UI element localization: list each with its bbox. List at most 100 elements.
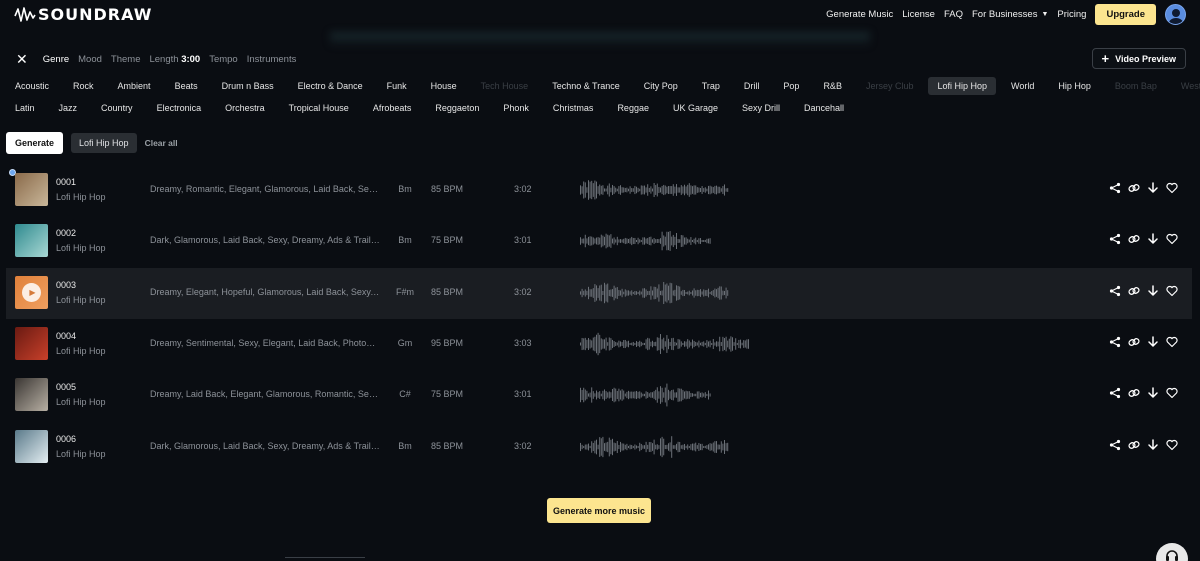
waveform-container[interactable] [580, 281, 730, 305]
genre-chip-trap[interactable]: Trap [693, 77, 729, 95]
nav-faq[interactable]: FAQ [944, 9, 963, 20]
genre-chip-orchestra[interactable]: Orchestra [216, 99, 274, 117]
genre-chip-afrobeats[interactable]: Afrobeats [364, 99, 421, 117]
heart-icon[interactable] [1166, 233, 1178, 245]
track-row[interactable]: ▶ 0003 Lofi Hip Hop Dreamy, Elegant, Hopefu… [6, 267, 1192, 319]
waveform-container[interactable] [580, 332, 750, 356]
genre-chip-ambient[interactable]: Ambient [109, 77, 160, 95]
tab-genre[interactable]: Genre [43, 54, 69, 65]
track-row[interactable]: 0005 Lofi Hip Hop Dreamy, Laid Back, Elega… [6, 370, 1192, 421]
waveform[interactable] [580, 229, 712, 253]
track-row[interactable]: 0004 Lofi Hip Hop Dreamy, Sentimental, Sex… [6, 319, 1192, 370]
genre-chip-pop[interactable]: Pop [774, 77, 808, 95]
genre-chip-dancehall[interactable]: Dancehall [795, 99, 853, 117]
genre-chip-rock[interactable]: Rock [64, 77, 103, 95]
waveform-container[interactable] [580, 178, 730, 202]
track-row[interactable]: 0001 Lofi Hip Hop Dreamy, Romantic, Elegan… [6, 165, 1192, 216]
tab-theme[interactable]: Theme [111, 54, 141, 65]
waveform-container[interactable] [580, 435, 730, 459]
download-icon[interactable] [1147, 233, 1159, 245]
close-icon[interactable]: ✕ [16, 52, 28, 66]
download-icon[interactable] [1147, 336, 1159, 348]
link-icon[interactable] [1128, 285, 1140, 297]
genre-chip-latin[interactable]: Latin [6, 99, 44, 117]
genre-chip-techno-and-trance[interactable]: Techno & Trance [543, 77, 629, 95]
link-icon[interactable] [1128, 336, 1140, 348]
soundraw-logo[interactable]: SOUNDRAW [14, 5, 152, 24]
share-icon[interactable] [1109, 336, 1121, 348]
track-cover-image[interactable] [15, 224, 48, 258]
waveform[interactable] [580, 281, 730, 305]
download-icon[interactable] [1147, 284, 1159, 297]
genre-chip-acoustic[interactable]: Acoustic [6, 77, 58, 95]
tab-mood[interactable]: Mood [78, 54, 102, 65]
genre-chip-beats[interactable]: Beats [166, 77, 207, 95]
nav-pricing[interactable]: Pricing [1057, 9, 1086, 20]
heart-icon[interactable] [1166, 182, 1178, 194]
share-icon[interactable] [1109, 233, 1121, 245]
nav-license[interactable]: License [902, 9, 935, 20]
waveform[interactable] [580, 435, 730, 459]
genre-chip-reggae[interactable]: Reggae [608, 99, 658, 117]
genre-chip-electronica[interactable]: Electronica [148, 99, 211, 117]
download-icon[interactable] [1147, 182, 1159, 194]
link-icon[interactable] [1128, 233, 1140, 245]
genre-chip-phonk[interactable]: Phonk [494, 99, 538, 117]
selected-filter-pill[interactable]: Lofi Hip Hop [71, 133, 137, 153]
clear-all-button[interactable]: Clear all [145, 138, 178, 148]
waveform[interactable] [580, 332, 750, 356]
share-icon[interactable] [1109, 182, 1121, 194]
genre-chip-uk-garage[interactable]: UK Garage [664, 99, 727, 117]
genre-chip-tropical-house[interactable]: Tropical House [280, 99, 358, 117]
upgrade-button[interactable]: Upgrade [1095, 4, 1156, 25]
genre-chip-jazz[interactable]: Jazz [50, 99, 87, 117]
genre-chip-drill[interactable]: Drill [735, 77, 769, 95]
genre-chip-randb[interactable]: R&B [814, 77, 851, 95]
heart-icon[interactable] [1166, 439, 1178, 451]
genre-chip-funk[interactable]: Funk [378, 77, 416, 95]
download-icon[interactable] [1147, 387, 1159, 399]
track-cover-image[interactable] [15, 429, 48, 463]
genre-chip-house[interactable]: House [422, 77, 466, 95]
share-icon[interactable] [1109, 285, 1121, 297]
genre-chip-electro-and-dance[interactable]: Electro & Dance [289, 77, 372, 95]
nav-for-businesses[interactable]: For Businesses ▼ [972, 9, 1048, 20]
genre-chip-country[interactable]: Country [92, 99, 142, 117]
download-icon[interactable] [1147, 438, 1159, 451]
link-icon[interactable] [1128, 387, 1140, 399]
tab-length[interactable]: Length 3:00 [149, 54, 200, 65]
share-icon[interactable] [1109, 387, 1121, 399]
track-row[interactable]: 0006 Lofi Hip Hop Dark, Glamorous, Laid Ba… [6, 422, 1192, 473]
avatar[interactable] [1165, 4, 1186, 25]
video-preview-button[interactable]: + Video Preview [1091, 48, 1186, 69]
genre-chip-hip-hop[interactable]: Hip Hop [1049, 77, 1100, 95]
nav-generate-music[interactable]: Generate Music [826, 9, 893, 20]
waveform-container[interactable] [580, 229, 712, 253]
genre-chip-reggaeton[interactable]: Reggaeton [426, 99, 488, 117]
play-button[interactable]: ▶ [15, 276, 48, 309]
track-cover-image[interactable] [15, 326, 48, 360]
track-row[interactable]: 0002 Lofi Hip Hop Dark, Glamorous, Laid Ba… [6, 216, 1192, 267]
tab-instruments[interactable]: Instruments [247, 54, 297, 65]
genre-chip-world[interactable]: World [1002, 77, 1043, 95]
waveform[interactable] [580, 383, 712, 407]
waveform-container[interactable] [580, 383, 712, 407]
generate-more-button[interactable]: Generate more music [547, 498, 651, 523]
tab-tempo[interactable]: Tempo [209, 54, 238, 65]
track-cover-image[interactable] [15, 173, 48, 206]
generate-button[interactable]: Generate [6, 132, 64, 154]
genre-chip-city-pop[interactable]: City Pop [635, 77, 687, 95]
link-icon[interactable] [1128, 182, 1140, 194]
genre-chip-drum-n-bass[interactable]: Drum n Bass [213, 77, 283, 95]
genre-chip-lofi-hip-hop[interactable]: Lofi Hip Hop [928, 77, 997, 95]
heart-icon[interactable] [1166, 336, 1178, 348]
heart-icon[interactable] [1166, 387, 1178, 399]
track-cover-image[interactable] [15, 378, 48, 412]
link-icon[interactable] [1128, 439, 1140, 451]
genre-chip-christmas[interactable]: Christmas [544, 99, 603, 117]
help-button[interactable] [1156, 543, 1188, 561]
waveform[interactable] [580, 178, 730, 202]
genre-chip-sexy-drill[interactable]: Sexy Drill [733, 99, 789, 117]
heart-icon[interactable] [1166, 285, 1178, 297]
share-icon[interactable] [1109, 439, 1121, 451]
